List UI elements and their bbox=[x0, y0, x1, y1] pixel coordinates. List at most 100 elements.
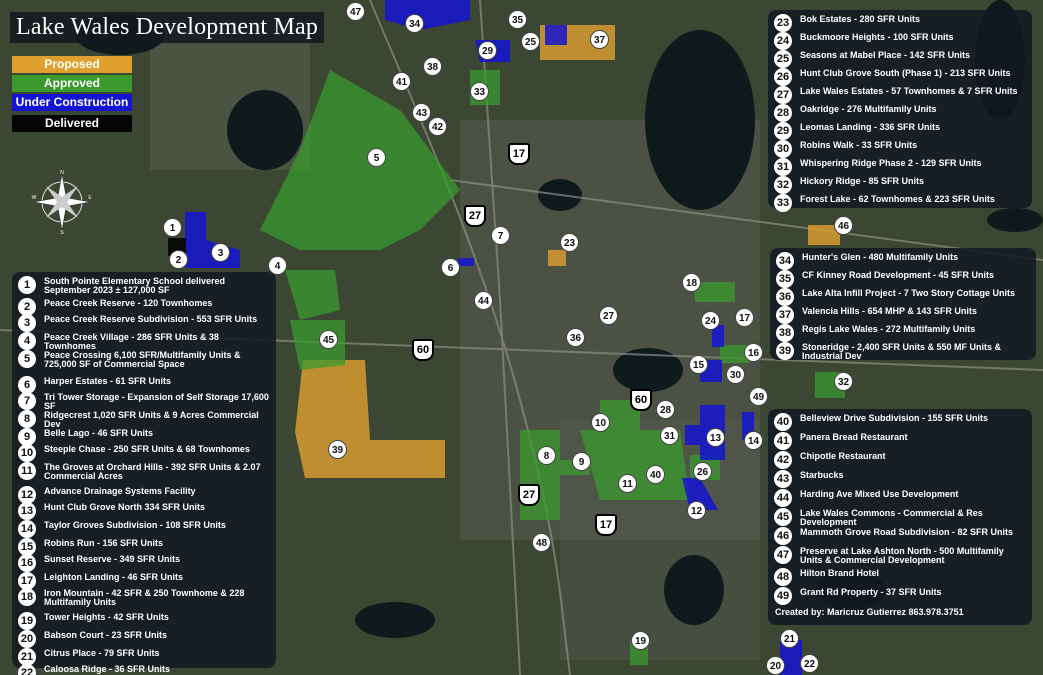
legend-number-badge: 40 bbox=[774, 413, 792, 431]
legend-entry-label: Peace Crossing 6,100 SFR/Multifamily Uni… bbox=[44, 350, 241, 369]
legend-entry-label: CF Kinney Road Development - 45 SFR Unit… bbox=[802, 270, 995, 280]
legend-number-badge: 4 bbox=[18, 332, 36, 350]
legend-number-badge: 33 bbox=[774, 194, 792, 212]
legend-entry-21: 21 Citrus Place - 79 SFR Units bbox=[18, 648, 270, 666]
legend-entry-label: Forest Lake - 62 Townhomes & 223 SFR Uni… bbox=[800, 194, 995, 204]
legend-entry-36: 36 Lake Alta Infill Project - 7 Two Story… bbox=[776, 288, 1030, 306]
map-marker-16[interactable]: 16 bbox=[744, 343, 763, 362]
compass-rose-icon: N S E W bbox=[32, 170, 93, 234]
map-marker-32[interactable]: 32 bbox=[834, 372, 853, 391]
legend-entry-label: Lake Alta Infill Project - 7 Two Story C… bbox=[802, 288, 1016, 298]
us17-shield-icon: 17 bbox=[595, 514, 617, 536]
legend-entry-label: Tower Heights - 42 SFR Units bbox=[44, 612, 169, 622]
legend-entry-32: 32 Hickory Ridge - 85 SFR Units bbox=[774, 176, 1026, 194]
map-marker-15[interactable]: 15 bbox=[689, 355, 708, 374]
legend-entry-27: 27 Lake Wales Estates - 57 Townhomes & 7 … bbox=[774, 86, 1026, 104]
map-marker-24[interactable]: 24 bbox=[701, 311, 720, 330]
map-marker-40[interactable]: 40 bbox=[646, 465, 665, 484]
map-marker-45[interactable]: 45 bbox=[319, 330, 338, 349]
map-marker-11[interactable]: 11 bbox=[618, 474, 637, 493]
map-marker-20[interactable]: 20 bbox=[766, 656, 785, 675]
map-marker-37[interactable]: 37 bbox=[590, 30, 609, 49]
map-marker-23[interactable]: 23 bbox=[560, 233, 579, 252]
map-marker-29[interactable]: 29 bbox=[478, 41, 497, 60]
legend-entry-label: Caloosa Ridge - 36 SFR Units bbox=[44, 664, 171, 674]
legend-number-badge: 22 bbox=[18, 664, 36, 675]
map-marker-17[interactable]: 17 bbox=[735, 308, 754, 327]
map-marker-13[interactable]: 13 bbox=[706, 428, 725, 447]
map-marker-21[interactable]: 21 bbox=[780, 629, 799, 648]
legend-entry-label: Tri Tower Storage - Expansion of Self St… bbox=[44, 392, 269, 411]
legend-entry-label: Preserve at Lake Ashton North - 500 Mult… bbox=[800, 546, 1004, 565]
legend-number-badge: 10 bbox=[18, 444, 36, 462]
legend-number-badge: 3 bbox=[18, 314, 36, 332]
map-marker-35[interactable]: 35 bbox=[508, 10, 527, 29]
legend-number-badge: 13 bbox=[18, 502, 36, 520]
legend-entry-33: 33 Forest Lake - 62 Townhomes & 223 SFR U… bbox=[774, 194, 1026, 212]
legend-number-badge: 20 bbox=[18, 630, 36, 648]
legend-number-badge: 41 bbox=[774, 432, 792, 450]
map-marker-27[interactable]: 27 bbox=[599, 306, 618, 325]
map-marker-18[interactable]: 18 bbox=[682, 273, 701, 292]
legend-entry-19: 19 Tower Heights - 42 SFR Units bbox=[18, 612, 270, 630]
map-marker-46[interactable]: 46 bbox=[834, 216, 853, 235]
map-marker-49[interactable]: 49 bbox=[749, 387, 768, 406]
legend-entry-7: 7 Tri Tower Storage - Expansion of Self S… bbox=[18, 392, 270, 411]
map-marker-36[interactable]: 36 bbox=[566, 328, 585, 347]
legend-entry-label: Peace Creek Reserve Subdivision - 553 SF… bbox=[44, 314, 258, 324]
map-marker-1[interactable]: 1 bbox=[163, 218, 182, 237]
map-marker-7[interactable]: 7 bbox=[491, 226, 510, 245]
legend-entry-6: 6 Harper Estates - 61 SFR Units bbox=[18, 376, 270, 394]
legend-entry-label: Seasons at Mabel Place - 142 SFR Units bbox=[800, 50, 971, 60]
credit-text: Created by: Maricruz Gutierrez 863.978.3… bbox=[775, 607, 964, 617]
map-marker-12[interactable]: 12 bbox=[687, 501, 706, 520]
map-marker-41[interactable]: 41 bbox=[392, 72, 411, 91]
legend-entry-label: Lake Wales Commons - Commercial & Res De… bbox=[800, 508, 983, 527]
map-marker-31[interactable]: 31 bbox=[660, 426, 679, 445]
legend-entry-label: Iron Mountain - 42 SFR & 250 Townhome & … bbox=[44, 588, 245, 607]
map-marker-26[interactable]: 26 bbox=[693, 462, 712, 481]
legend-entry-label: Starbucks bbox=[800, 470, 844, 480]
legend-entry-label: Citrus Place - 79 SFR Units bbox=[44, 648, 160, 658]
legend-number-badge: 48 bbox=[774, 568, 792, 586]
map-marker-34[interactable]: 34 bbox=[405, 14, 424, 33]
legend-entry-label: Harding Ave Mixed Use Development bbox=[800, 489, 959, 499]
map-marker-39[interactable]: 39 bbox=[328, 440, 347, 459]
legend-entry-label: Mammoth Grove Road Subdivision - 82 SFR … bbox=[800, 527, 1014, 537]
legend-entry-29: 29 Leomas Landing - 336 SFR Units bbox=[774, 122, 1026, 140]
map-marker-33[interactable]: 33 bbox=[470, 82, 489, 101]
map-marker-5[interactable]: 5 bbox=[367, 148, 386, 167]
legend-entry-35: 35 CF Kinney Road Development - 45 SFR Un… bbox=[776, 270, 1030, 288]
legend-entry-label: Grant Rd Property - 37 SFR Units bbox=[800, 587, 942, 597]
map-marker-3[interactable]: 3 bbox=[211, 243, 230, 262]
compass-south-label: S bbox=[60, 230, 64, 234]
map-marker-2[interactable]: 2 bbox=[169, 250, 188, 269]
legend-entry-40: 40 Belleview Drive Subdivision - 155 SFR … bbox=[774, 413, 1026, 432]
legend-entry-10: 10 Steeple Chase - 250 SFR Units & 68 Tow… bbox=[18, 444, 270, 462]
map-marker-25[interactable]: 25 bbox=[521, 32, 540, 51]
map-marker-22[interactable]: 22 bbox=[800, 654, 819, 673]
legend-number-badge: 49 bbox=[774, 587, 792, 605]
map-marker-14[interactable]: 14 bbox=[744, 431, 763, 450]
map-marker-47[interactable]: 47 bbox=[346, 2, 365, 21]
legend-entry-31: 31 Whispering Ridge Phase 2 - 129 SFR Uni… bbox=[774, 158, 1026, 176]
map-marker-9[interactable]: 9 bbox=[572, 452, 591, 471]
map-marker-28[interactable]: 28 bbox=[656, 400, 675, 419]
map-marker-48[interactable]: 48 bbox=[532, 533, 551, 552]
map-marker-19[interactable]: 19 bbox=[631, 631, 650, 650]
legend-number-badge: 39 bbox=[776, 342, 794, 360]
legend-number-badge: 38 bbox=[776, 324, 794, 342]
map-marker-6[interactable]: 6 bbox=[441, 258, 460, 277]
legend-entry-15: 15 Robins Run - 156 SFR Units bbox=[18, 538, 270, 556]
legend-entry-5: 5 Peace Crossing 6,100 SFR/Multifamily Un… bbox=[18, 350, 270, 376]
legend-entry-label: Leomas Landing - 336 SFR Units bbox=[800, 122, 941, 132]
map-marker-8[interactable]: 8 bbox=[537, 446, 556, 465]
map-marker-30[interactable]: 30 bbox=[726, 365, 745, 384]
map-marker-38[interactable]: 38 bbox=[423, 57, 442, 76]
project-list-panel-right-bottom: 40 Belleview Drive Subdivision - 155 SFR … bbox=[768, 409, 1032, 625]
legend-entry-4: 4 Peace Creek Village - 286 SFR Units & 3… bbox=[18, 332, 270, 351]
map-marker-10[interactable]: 10 bbox=[591, 413, 610, 432]
map-marker-42[interactable]: 42 bbox=[428, 117, 447, 136]
map-marker-43[interactable]: 43 bbox=[412, 103, 431, 122]
map-marker-44[interactable]: 44 bbox=[474, 291, 493, 310]
